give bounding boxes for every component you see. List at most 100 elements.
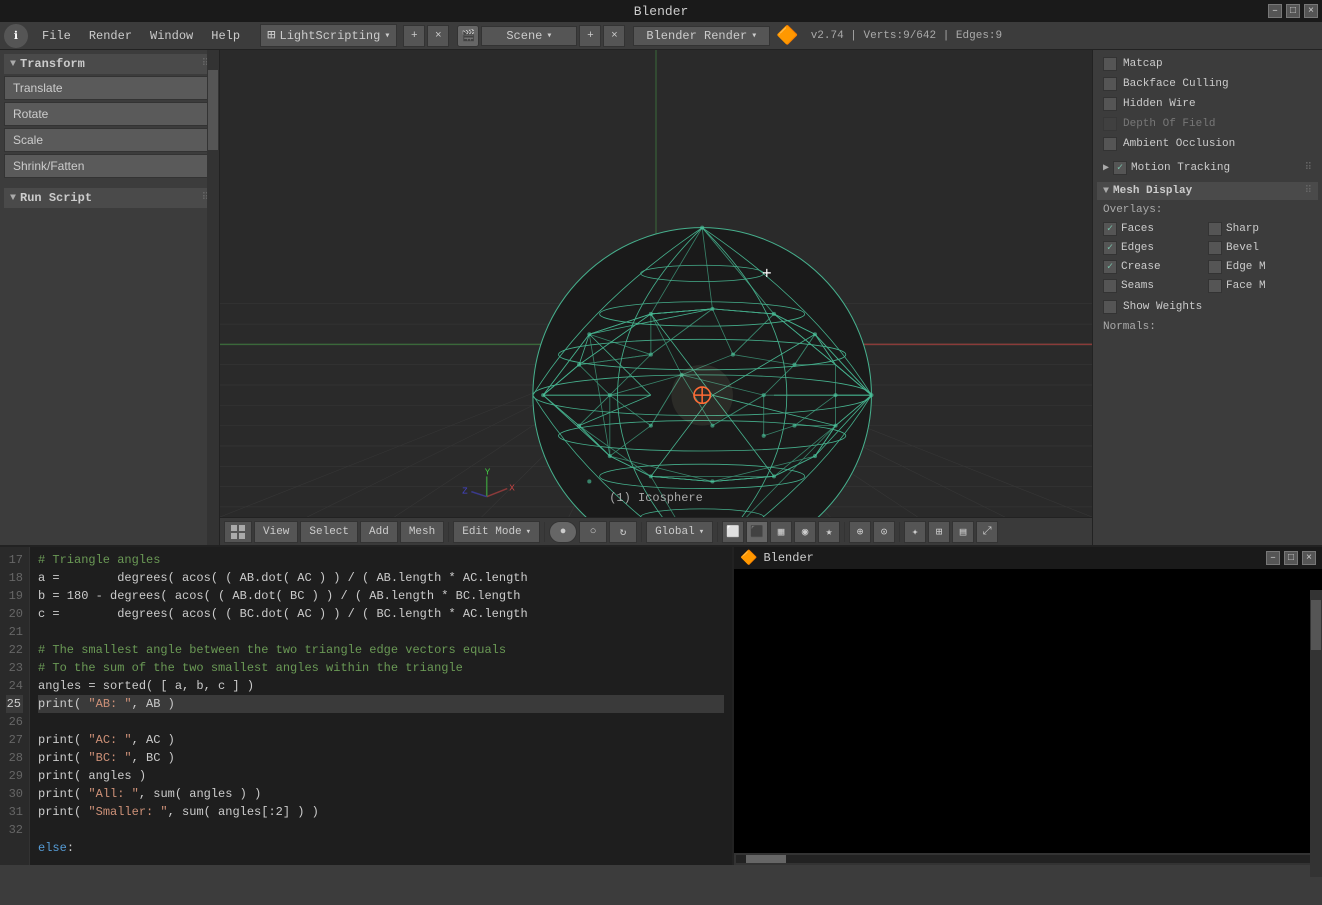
global-selector[interactable]: Global ▾ <box>646 521 713 543</box>
motion-tracking-arrow[interactable]: ▶ <box>1103 162 1109 174</box>
window-controls: – □ × <box>1268 4 1318 18</box>
mesh-display-header[interactable]: ▼ Mesh Display ⠿ <box>1097 182 1318 200</box>
info-icon[interactable]: ℹ <box>4 24 28 48</box>
close-button[interactable]: × <box>1304 4 1318 18</box>
mesh-display-label: Mesh Display <box>1113 185 1192 197</box>
snap-btn[interactable]: ⊕ <box>849 521 871 543</box>
scene-selector[interactable]: Scene ▾ <box>481 26 577 46</box>
ambient-occlusion-checkbox[interactable] <box>1103 137 1117 151</box>
edge-m-checkbox[interactable] <box>1208 260 1222 274</box>
render-scrollbar-thumb[interactable] <box>746 855 786 863</box>
scene-label: Scene <box>506 29 542 43</box>
matcap-label: Matcap <box>1123 58 1163 70</box>
render-scrollbar-horizontal[interactable] <box>734 853 1322 865</box>
fullscreen-btn[interactable]: ⤢ <box>976 521 998 543</box>
menu-window[interactable]: Window <box>142 27 201 45</box>
mesh-display-arrow[interactable]: ▼ <box>1103 186 1109 197</box>
ambient-occlusion-row: Ambient Occlusion <box>1097 134 1318 154</box>
rotate-button[interactable]: Rotate <box>4 102 215 126</box>
texture-btn[interactable]: ▦ <box>770 521 792 543</box>
run-script-title: Run Script <box>20 191 92 205</box>
crease-checkbox[interactable] <box>1103 260 1117 274</box>
menu-render[interactable]: Render <box>81 27 140 45</box>
transform-pivot-btn[interactable]: ↻ <box>609 521 637 543</box>
solid-shading-btn[interactable]: ● <box>549 521 577 543</box>
show-weights-row: Show Weights <box>1097 297 1318 317</box>
sharp-checkbox[interactable] <box>1208 222 1222 236</box>
wireframe-btn[interactable]: ⬜ <box>722 521 744 543</box>
menu-bar: ℹ File Render Window Help ⊞ LightScripti… <box>0 22 1322 50</box>
render-close-btn[interactable]: × <box>1302 551 1316 565</box>
close-scene-btn[interactable]: × <box>603 25 625 47</box>
motion-tracking-checkbox[interactable] <box>1113 161 1127 175</box>
minimize-button[interactable]: – <box>1268 4 1282 18</box>
circle-shading-btn[interactable]: ○ <box>579 521 607 543</box>
solid-btn[interactable]: ⬛ <box>746 521 768 543</box>
render-maximize-btn[interactable]: □ <box>1284 551 1298 565</box>
motion-tracking-row: ▶ Motion Tracking ⠿ <box>1097 158 1318 178</box>
title-bar: Blender – □ × <box>0 0 1322 22</box>
backface-culling-row: Backface Culling <box>1097 74 1318 94</box>
faces-checkbox[interactable] <box>1103 222 1117 236</box>
code-area[interactable]: # Triangle angles a = degrees( acos( ( A… <box>30 547 732 865</box>
bevel-label: Bevel <box>1226 242 1259 254</box>
close-workspace-btn[interactable]: × <box>427 25 449 47</box>
render-scrollbar-vertical[interactable] <box>1310 590 1322 877</box>
separator-4 <box>717 522 718 542</box>
faces-label: Faces <box>1121 223 1154 235</box>
viewport-canvas[interactable]: + X Y Z <box>220 50 1092 517</box>
pivot-btn[interactable]: ✦ <box>904 521 926 543</box>
workspace-icon: ⊞ <box>267 27 275 44</box>
viewport-area[interactable]: User Persp <box>220 50 1092 545</box>
transform-panel-header[interactable]: ▼ Transform ⠿ <box>4 54 215 74</box>
mode-selector[interactable]: Edit Mode ▾ <box>453 521 540 543</box>
show-weights-label: Show Weights <box>1123 301 1202 313</box>
menu-file[interactable]: File <box>34 27 79 45</box>
rendered-btn[interactable]: ★ <box>818 521 840 543</box>
run-script-panel-header[interactable]: ▼ Run Script ⠿ <box>4 188 215 208</box>
matcap-checkbox[interactable] <box>1103 57 1117 71</box>
separator-2 <box>544 522 545 542</box>
mesh-menu[interactable]: Mesh <box>400 521 444 543</box>
render-window-title: Blender <box>763 551 813 565</box>
proportional-btn[interactable]: ⊙ <box>873 521 895 543</box>
script-editor[interactable]: 17 18 19 20 21 22 23 24 25 26 27 28 29 3… <box>0 547 732 865</box>
version-info: v2.74 | Verts:9/642 | Edges:9 <box>811 30 1002 42</box>
show-weights-checkbox[interactable] <box>1103 300 1117 314</box>
manipulator-btn[interactable]: ⊞ <box>928 521 950 543</box>
menu-help[interactable]: Help <box>203 27 248 45</box>
add-scene-btn[interactable]: + <box>579 25 601 47</box>
hidden-wire-checkbox[interactable] <box>1103 97 1117 111</box>
render-window-icon: 🔶 <box>740 550 757 567</box>
render-engine-selector[interactable]: Blender Render ▾ <box>633 26 770 46</box>
select-menu[interactable]: Select <box>300 521 358 543</box>
maximize-button[interactable]: □ <box>1286 4 1300 18</box>
depth-of-field-checkbox[interactable] <box>1103 117 1117 131</box>
scale-button[interactable]: Scale <box>4 128 215 152</box>
depth-of-field-label: Depth Of Field <box>1123 118 1215 130</box>
render-area[interactable] <box>734 569 1322 853</box>
workspace-label: LightScripting <box>280 29 381 43</box>
view-menu[interactable]: View <box>254 521 298 543</box>
viewport-mode-icon[interactable] <box>224 521 252 543</box>
render-minimize-btn[interactable]: – <box>1266 551 1280 565</box>
seams-overlay: Seams <box>1103 277 1207 295</box>
material-btn[interactable]: ◉ <box>794 521 816 543</box>
workspace-selector[interactable]: ⊞ LightScripting ▾ <box>260 24 397 47</box>
layer-btn[interactable]: ▤ <box>952 521 974 543</box>
svg-text:X: X <box>509 483 515 494</box>
blender-logo-icon: 🔶 <box>776 25 798 47</box>
render-window: 🔶 Blender – □ × <box>732 547 1322 865</box>
backface-culling-checkbox[interactable] <box>1103 77 1117 91</box>
add-workspace-btn[interactable]: + <box>403 25 425 47</box>
seams-checkbox[interactable] <box>1103 279 1117 293</box>
render-window-controls: – □ × <box>1266 551 1316 565</box>
edges-checkbox[interactable] <box>1103 241 1117 255</box>
left-sidebar-scrollbar[interactable] <box>207 50 219 545</box>
bevel-checkbox[interactable] <box>1208 241 1222 255</box>
translate-button[interactable]: Translate <box>4 76 215 100</box>
motion-tracking-drag: ⠿ <box>1305 162 1312 174</box>
add-menu[interactable]: Add <box>360 521 398 543</box>
shrink-fatten-button[interactable]: Shrink/Fatten <box>4 154 215 178</box>
face-m-checkbox[interactable] <box>1208 279 1222 293</box>
